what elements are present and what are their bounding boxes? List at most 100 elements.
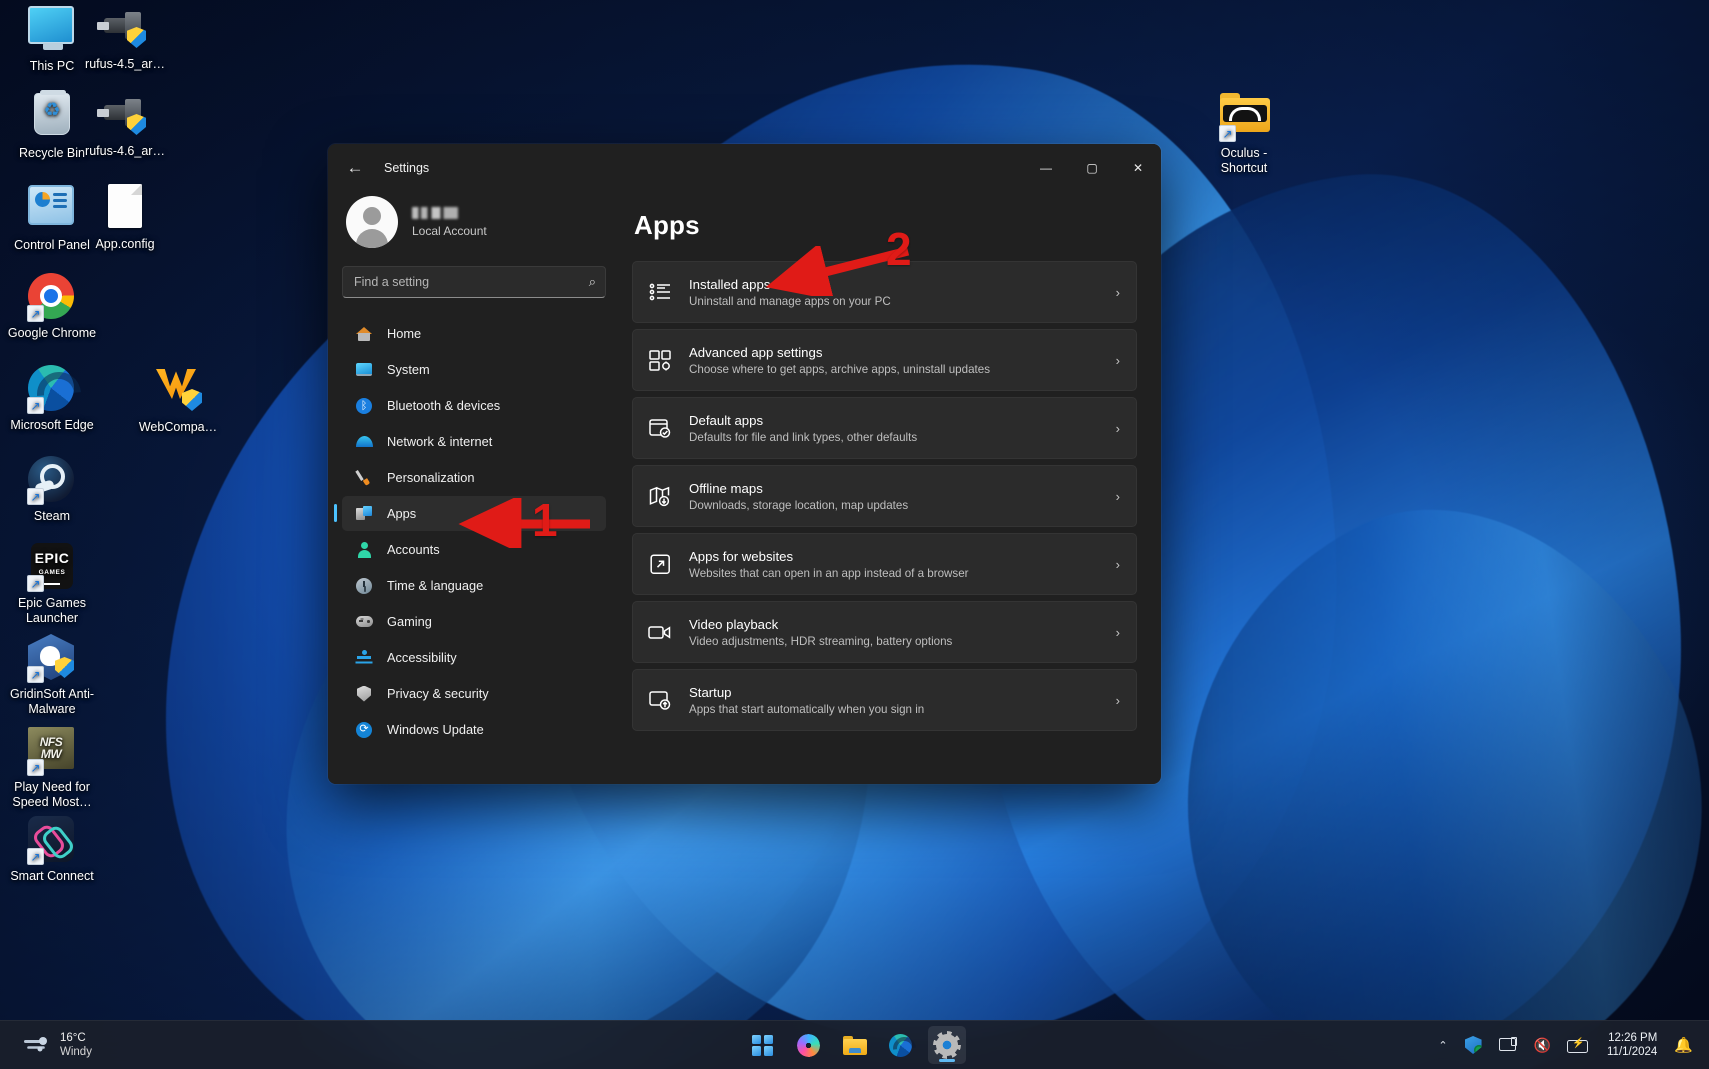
maximize-button[interactable]: ▢ bbox=[1069, 144, 1115, 192]
default-apps-icon bbox=[647, 418, 673, 438]
advanced-app-settings-icon bbox=[647, 350, 673, 371]
taskbar: 16°C Windy ⌃ 🔇 bbox=[0, 1020, 1709, 1069]
desktop-icon-epic-games-launcher[interactable]: EPICGAMES ↗ Epic Games Launcher bbox=[4, 543, 100, 626]
search-input[interactable] bbox=[342, 266, 606, 298]
desktop-icon-smart-connect[interactable]: ↗ Smart Connect bbox=[4, 816, 100, 884]
network-icon bbox=[355, 433, 373, 451]
this-pc-icon bbox=[28, 6, 76, 54]
tray-expand-button[interactable]: ⌃ bbox=[1431, 1034, 1454, 1057]
desktop-icon-rufus-46[interactable]: rufus-4.6_ar… bbox=[77, 91, 173, 159]
sidebar-item-personalization[interactable]: Personalization bbox=[342, 460, 606, 495]
desktop-icon-rufus-45[interactable]: rufus-4.5_ar… bbox=[77, 4, 173, 72]
shortcut-arrow-icon: ↗ bbox=[1219, 125, 1236, 142]
notifications-button[interactable]: 🔔 bbox=[1668, 1032, 1699, 1058]
sidebar-item-system[interactable]: System bbox=[342, 352, 606, 387]
account-name bbox=[412, 207, 458, 219]
rufus-usb-icon bbox=[101, 91, 149, 139]
sidebar-item-network-internet[interactable]: Network & internet bbox=[342, 424, 606, 459]
desktop-icon-webcompat[interactable]: WebCompa… bbox=[130, 367, 226, 435]
settings-card-list: Installed apps Uninstall and manage apps… bbox=[632, 261, 1137, 731]
config-file-icon bbox=[101, 184, 149, 232]
settings-card-installed-apps[interactable]: Installed apps Uninstall and manage apps… bbox=[632, 261, 1137, 323]
settings-card-offline-maps[interactable]: Offline maps Downloads, storage location… bbox=[632, 465, 1137, 527]
desktop-icon-oculus-shortcut[interactable]: ↗ Oculus - Shortcut bbox=[1196, 90, 1292, 176]
sidebar-item-gaming[interactable]: Gaming bbox=[342, 604, 606, 639]
system-tray: ⌃ 🔇 12:26 PM 11/1/2024 🔔 bbox=[1431, 1028, 1709, 1062]
chevron-right-icon: › bbox=[1116, 489, 1120, 504]
settings-button[interactable] bbox=[928, 1026, 966, 1064]
network-tray-button[interactable] bbox=[1492, 1032, 1524, 1058]
settings-card-advanced-app-settings[interactable]: Advanced app settings Choose where to ge… bbox=[632, 329, 1137, 391]
settings-gear-icon bbox=[936, 1034, 958, 1056]
desktop-icon-label: Oculus - Shortcut bbox=[1196, 146, 1292, 176]
account-type-label: Local Account bbox=[412, 224, 487, 238]
close-button[interactable]: ✕ bbox=[1115, 144, 1161, 192]
desktop-icon-google-chrome[interactable]: ↗ Google Chrome bbox=[4, 273, 100, 341]
card-subtitle: Video adjustments, HDR streaming, batter… bbox=[689, 635, 1100, 648]
edge-icon bbox=[889, 1034, 912, 1057]
sidebar-item-windows-update[interactable]: ⟳ Windows Update bbox=[342, 712, 606, 747]
desktop-icon-microsoft-edge[interactable]: ↗ Microsoft Edge bbox=[4, 365, 100, 433]
file-explorer-button[interactable] bbox=[836, 1026, 874, 1064]
epic-games-icon: EPICGAMES ↗ bbox=[28, 543, 76, 591]
nfs-most-wanted-icon: NFSMW ↗ bbox=[28, 727, 76, 775]
desktop-icon-gridinsoft-anti-malware[interactable]: ↗ GridinSoft Anti-Malware bbox=[4, 634, 100, 717]
chrome-icon: ↗ bbox=[28, 273, 76, 321]
card-title: Startup bbox=[689, 685, 1100, 700]
settings-card-startup[interactable]: Startup Apps that start automatically wh… bbox=[632, 669, 1137, 731]
avatar bbox=[346, 196, 398, 248]
shortcut-arrow-icon: ↗ bbox=[27, 488, 44, 505]
apps-icon bbox=[355, 505, 373, 523]
defender-tray-button[interactable] bbox=[1458, 1031, 1489, 1059]
account-summary[interactable]: Local Account bbox=[342, 192, 606, 262]
chevron-right-icon: › bbox=[1116, 625, 1120, 640]
back-button[interactable]: ← bbox=[338, 151, 372, 185]
desktop-icon-steam[interactable]: ↗ Steam bbox=[4, 456, 100, 524]
sidebar-item-time-language[interactable]: Time & language bbox=[342, 568, 606, 603]
clock-time: 12:26 PM bbox=[1607, 1031, 1657, 1045]
edge-button[interactable] bbox=[882, 1026, 920, 1064]
volume-tray-button[interactable]: 🔇 bbox=[1527, 1032, 1557, 1059]
shortcut-arrow-icon: ↗ bbox=[27, 759, 44, 776]
bluetooth-icon: ᛒ bbox=[355, 397, 373, 415]
system-icon bbox=[355, 361, 373, 379]
taskbar-weather-widget[interactable]: 16°C Windy bbox=[14, 1027, 102, 1063]
defender-shield-icon bbox=[1465, 1036, 1482, 1054]
accessibility-icon bbox=[355, 649, 373, 667]
sidebar-item-accessibility[interactable]: Accessibility bbox=[342, 640, 606, 675]
page-title: Apps bbox=[634, 210, 1137, 241]
settings-card-video-playback[interactable]: Video playback Video adjustments, HDR st… bbox=[632, 601, 1137, 663]
copilot-button[interactable] bbox=[790, 1026, 828, 1064]
settings-card-apps-for-websites[interactable]: Apps for websites Websites that can open… bbox=[632, 533, 1137, 595]
settings-card-default-apps[interactable]: Default apps Defaults for file and link … bbox=[632, 397, 1137, 459]
network-icon bbox=[1499, 1037, 1517, 1053]
start-button[interactable] bbox=[744, 1026, 782, 1064]
card-subtitle: Apps that start automatically when you s… bbox=[689, 703, 1100, 716]
desktop-icon-nfs-most-wanted[interactable]: NFSMW ↗ Play Need for Speed Most… bbox=[4, 725, 100, 810]
copilot-icon bbox=[795, 1031, 822, 1058]
time-language-icon bbox=[355, 577, 373, 595]
accounts-icon bbox=[355, 541, 373, 559]
card-subtitle: Choose where to get apps, archive apps, … bbox=[689, 363, 1100, 376]
shortcut-arrow-icon: ↗ bbox=[27, 666, 44, 683]
sidebar-item-bluetooth-devices[interactable]: ᛒ Bluetooth & devices bbox=[342, 388, 606, 423]
battery-tray-button[interactable] bbox=[1560, 1033, 1596, 1057]
taskbar-clock[interactable]: 12:26 PM 11/1/2024 bbox=[1599, 1028, 1665, 1062]
desktop-icon-label: Steam bbox=[4, 509, 100, 524]
minimize-button[interactable]: — bbox=[1023, 144, 1069, 192]
shortcut-arrow-icon: ↗ bbox=[27, 397, 44, 414]
sidebar-item-label: Gaming bbox=[387, 614, 432, 629]
sidebar-item-accounts[interactable]: Accounts bbox=[342, 532, 606, 567]
desktop-icon-label: Smart Connect bbox=[4, 869, 100, 884]
sidebar-item-privacy-security[interactable]: Privacy & security bbox=[342, 676, 606, 711]
sidebar-item-home[interactable]: Home bbox=[342, 316, 606, 351]
sidebar-item-label: Privacy & security bbox=[387, 686, 489, 701]
sidebar-item-label: Bluetooth & devices bbox=[387, 398, 500, 413]
sidebar-item-label: Time & language bbox=[387, 578, 483, 593]
personalization-icon bbox=[355, 469, 373, 487]
sidebar-item-label: Accessibility bbox=[387, 650, 457, 665]
sidebar-item-apps[interactable]: Apps bbox=[342, 496, 606, 531]
smart-connect-icon: ↗ bbox=[28, 816, 76, 864]
desktop-icon-app-config[interactable]: App.config bbox=[77, 182, 173, 252]
desktop-icon-label: App.config bbox=[77, 237, 173, 252]
